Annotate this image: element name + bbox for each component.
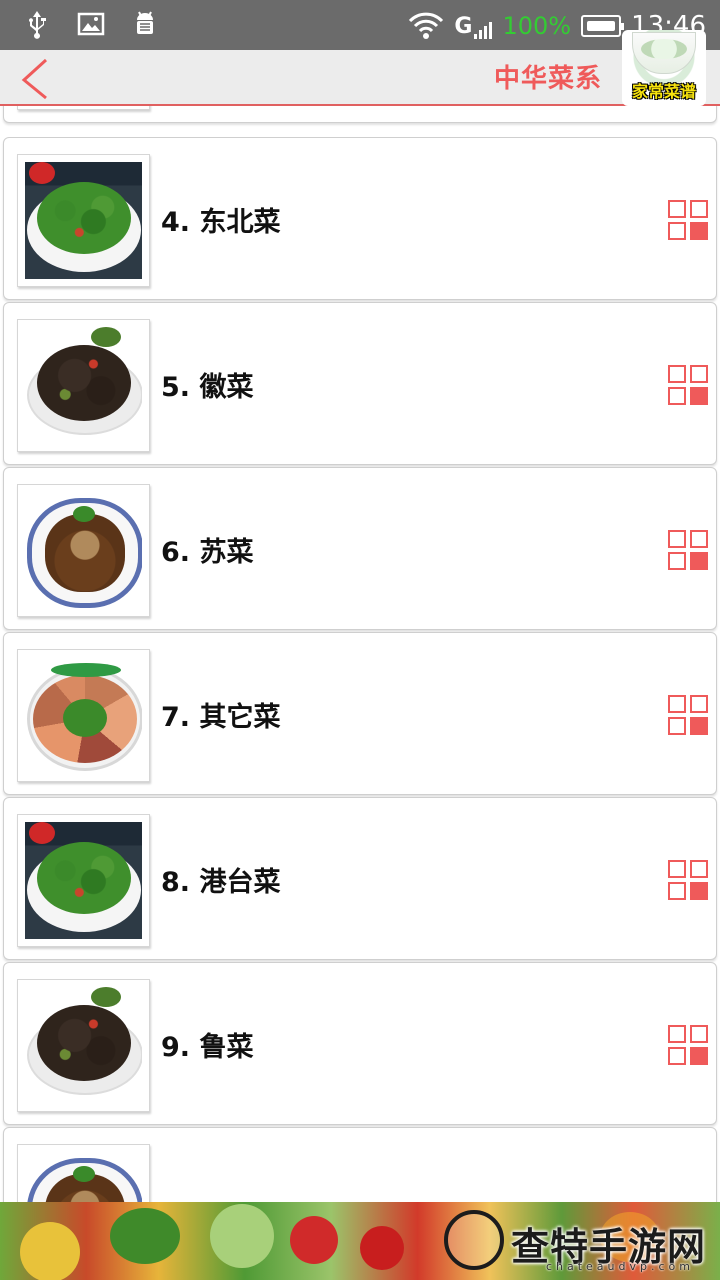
- vegetable-decoration: [360, 1226, 404, 1270]
- grid-view-icon[interactable]: [668, 365, 710, 407]
- cuisine-list[interactable]: 4. 东北菜 5. 徽菜 6. 苏菜 7. 其它菜 8. 港台菜 9. 鲁菜: [0, 106, 720, 1202]
- carrier-label: G: [454, 13, 473, 39]
- battery-percent: 100%: [502, 12, 572, 40]
- soup-bowl-icon: [632, 32, 696, 74]
- logo-text: 家常菜谱: [631, 82, 696, 101]
- cuisine-label: 6. 苏菜: [161, 537, 254, 568]
- app-logo: 家常菜谱: [622, 30, 706, 106]
- signal-strength: G: [454, 13, 493, 39]
- dish-thumbnail: [17, 484, 150, 617]
- battery-icon: [581, 15, 625, 37]
- list-item-partial[interactable]: [3, 106, 717, 123]
- usb-icon: [29, 11, 46, 39]
- vegetable-decoration: [290, 1216, 338, 1264]
- list-item-partial[interactable]: [3, 1127, 717, 1202]
- list-item[interactable]: 5. 徽菜: [3, 302, 717, 465]
- list-item[interactable]: 7. 其它菜: [3, 632, 717, 795]
- list-item[interactable]: 6. 苏菜: [3, 467, 717, 630]
- dish-thumbnail: [17, 1144, 150, 1202]
- grid-view-icon[interactable]: [668, 860, 710, 902]
- vegetable-decoration: [110, 1208, 180, 1264]
- dish-thumbnail: [17, 154, 150, 287]
- grid-view-icon[interactable]: [668, 530, 710, 572]
- dish-thumbnail: [17, 106, 150, 110]
- banner-url: chateaudvp.com: [545, 1260, 694, 1273]
- dish-thumbnail: [17, 319, 150, 452]
- cuisine-label: 4. 东北菜: [161, 207, 281, 238]
- page-title: 中华菜系: [493, 64, 602, 94]
- list-item[interactable]: 4. 东北菜: [3, 137, 717, 300]
- vegetable-decoration: [210, 1204, 274, 1268]
- cuisine-label: 9. 鲁菜: [161, 1032, 254, 1063]
- dish-thumbnail: [17, 814, 150, 947]
- vegetable-decoration: [20, 1222, 80, 1280]
- dish-thumbnail: [17, 979, 150, 1112]
- list-item[interactable]: 8. 港台菜: [3, 797, 717, 960]
- cuisine-label: 7. 其它菜: [161, 702, 281, 733]
- status-bar: G 100% 13:46: [0, 0, 720, 50]
- status-bar-notifications: [22, 8, 160, 40]
- back-button[interactable]: [18, 56, 58, 100]
- ad-banner[interactable]: 查特手游网 chateaudvp.com: [0, 1202, 720, 1280]
- signal-bars-icon: [474, 21, 493, 39]
- android-debug-icon: [137, 11, 153, 34]
- grid-view-icon[interactable]: [668, 200, 710, 242]
- wifi-icon: [409, 12, 444, 39]
- watermark-logo: [444, 1210, 504, 1270]
- list-item[interactable]: 9. 鲁菜: [3, 962, 717, 1125]
- app-bar: 中华菜系: [0, 50, 720, 106]
- grid-view-icon[interactable]: [668, 695, 710, 737]
- dish-thumbnail: [17, 649, 150, 782]
- cuisine-label: 5. 徽菜: [161, 372, 254, 403]
- grid-view-icon[interactable]: [668, 1025, 710, 1067]
- cuisine-label: 8. 港台菜: [161, 867, 281, 898]
- image-icon: [77, 12, 105, 36]
